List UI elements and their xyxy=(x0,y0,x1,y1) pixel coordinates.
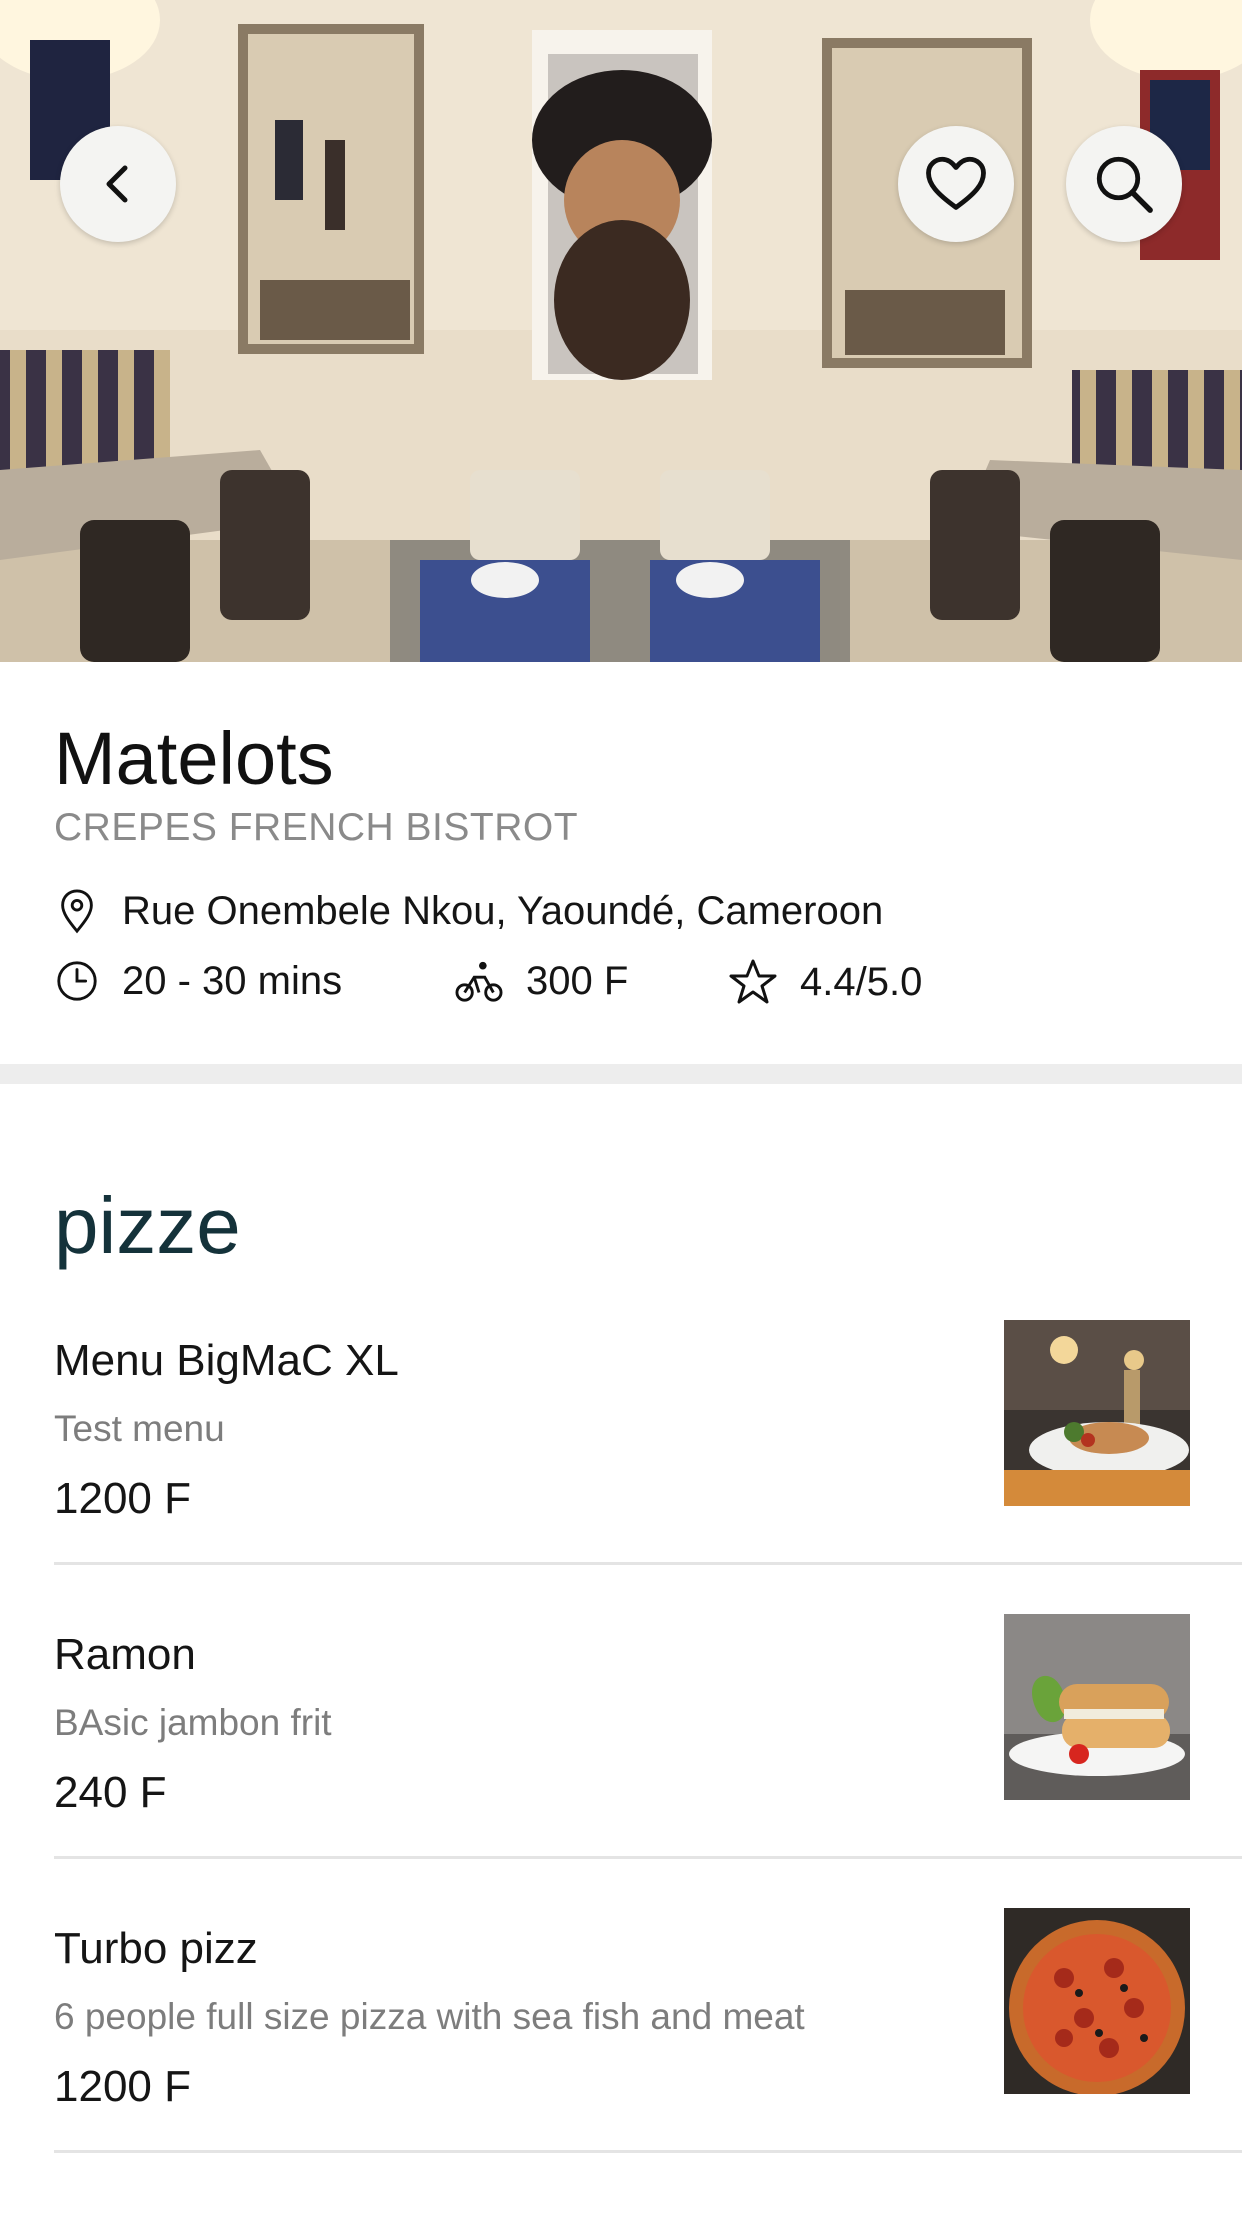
favorite-button[interactable] xyxy=(898,126,1014,242)
menu-item-divider xyxy=(54,2150,1242,2153)
restaurant-name: Matelots xyxy=(54,717,334,800)
menu-item-description: 6 people full size pizza with sea fish a… xyxy=(54,1996,805,2037)
clock-icon xyxy=(57,961,97,1001)
menu-item[interactable]: Turbo pizz 6 people full size pizza with… xyxy=(54,1908,1242,2218)
menu-item-image xyxy=(1004,1614,1190,1800)
menu-item-name: Turbo pizz xyxy=(54,1924,258,1973)
search-icon xyxy=(1096,156,1153,213)
menu-item-name: Ramon xyxy=(54,1630,196,1679)
bike-icon xyxy=(455,961,503,1002)
restaurant-interior-photo xyxy=(0,0,1242,662)
menu-item-price: 1200 F xyxy=(54,2062,191,2111)
menu-item-description: BAsic jambon frit xyxy=(54,1702,332,1743)
menu-item-price: 1200 F xyxy=(54,1474,191,1523)
section-divider xyxy=(0,1064,1242,1084)
address-text: Rue Onembele Nkou, Yaoundé, Cameroon xyxy=(122,888,884,933)
rating-text: 4.4/5.0 xyxy=(800,959,923,1004)
restaurant-category: CREPES FRENCH BISTROT xyxy=(54,806,579,849)
menu-item-image xyxy=(1004,1908,1190,2094)
star-icon xyxy=(729,959,777,1004)
chevron-left-icon xyxy=(106,165,128,203)
menu-item-name: Menu BigMaC XL xyxy=(54,1336,399,1385)
menu-item[interactable]: Ramon BAsic jambon frit 240 F xyxy=(54,1614,1242,1924)
heart-icon xyxy=(926,156,986,210)
menu-item-image xyxy=(1004,1320,1190,1506)
menu-item[interactable]: Menu BigMaC XL Test menu 1200 F xyxy=(54,1320,1242,1630)
delivery-fee-text: 300 F xyxy=(526,958,629,1003)
menu-item-divider xyxy=(54,1562,1242,1565)
sandwich-photo xyxy=(1004,1614,1190,1800)
rating-row: 4.4/5.0 xyxy=(728,958,922,1006)
delivery-time-row: 20 - 30 mins xyxy=(54,958,342,1004)
delivery-fee-row: 300 F xyxy=(454,958,628,1004)
location-pin-icon xyxy=(61,889,93,934)
restaurant-cover-image xyxy=(0,0,1242,662)
delivery-time-text: 20 - 30 mins xyxy=(122,958,343,1003)
menu-section-title: pizze xyxy=(54,1181,241,1270)
address-row: Rue Onembele Nkou, Yaoundé, Cameroon xyxy=(54,888,883,934)
pizza-photo xyxy=(1004,1908,1190,2094)
search-button[interactable] xyxy=(1066,126,1182,242)
plated-dish-photo xyxy=(1004,1320,1190,1506)
menu-item-price: 240 F xyxy=(54,1768,167,1817)
menu-item-description: Test menu xyxy=(54,1408,225,1449)
back-button[interactable] xyxy=(60,126,176,242)
menu-item-divider xyxy=(54,1856,1242,1859)
